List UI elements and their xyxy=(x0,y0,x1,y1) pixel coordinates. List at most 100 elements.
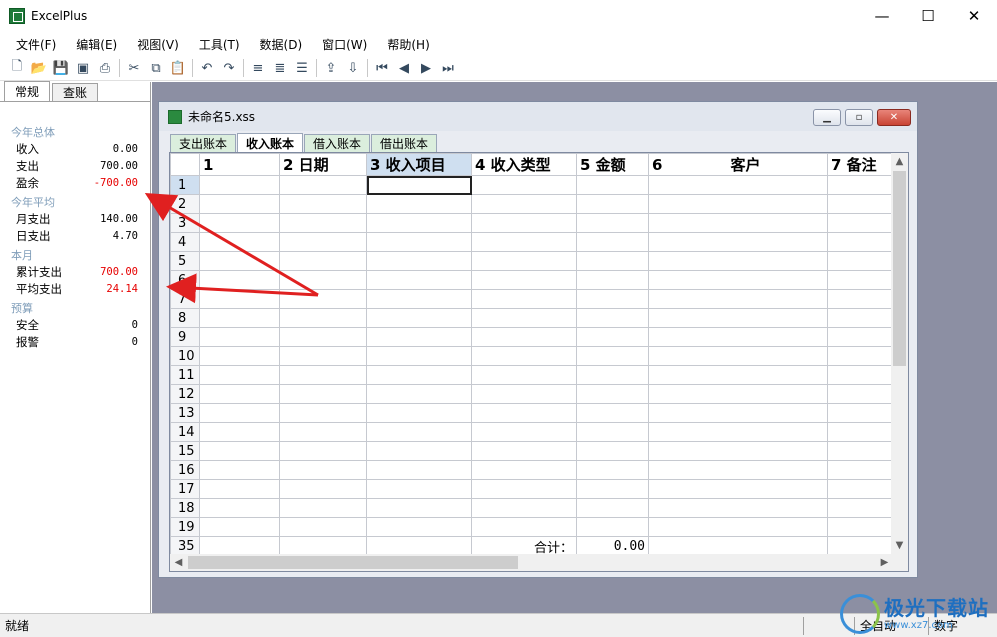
column-header[interactable]: 6 客户 xyxy=(648,153,828,176)
grid-cell[interactable] xyxy=(648,479,828,499)
menu-data[interactable]: 数据(D) xyxy=(252,36,311,53)
grid-cell[interactable] xyxy=(648,403,828,423)
tab-borrow-in-book[interactable]: 借入账本 xyxy=(304,134,371,152)
grid-cell[interactable] xyxy=(199,498,280,518)
menu-tools[interactable]: 工具(T) xyxy=(191,36,248,53)
grid-cell[interactable] xyxy=(366,403,472,423)
grid-cell[interactable] xyxy=(648,251,828,271)
grid-cell[interactable] xyxy=(471,327,577,347)
grid-cell[interactable] xyxy=(279,327,367,347)
grid-cell[interactable] xyxy=(366,175,472,195)
grid-cell[interactable] xyxy=(648,327,828,347)
grid-cell[interactable] xyxy=(471,422,577,442)
grid-cell[interactable] xyxy=(576,194,649,214)
grid-cell[interactable] xyxy=(576,517,649,537)
vertical-scroll-thumb[interactable] xyxy=(893,171,906,366)
grid-cell[interactable] xyxy=(279,517,367,537)
grid-cell[interactable] xyxy=(366,346,472,366)
grid-cell[interactable] xyxy=(576,289,649,309)
grid-cell[interactable] xyxy=(648,194,828,214)
grid-cell[interactable] xyxy=(279,460,367,480)
grid-cell[interactable] xyxy=(366,270,472,290)
grid-cell[interactable] xyxy=(366,213,472,233)
cut-icon[interactable]: ✂ xyxy=(123,57,145,79)
tab-income-book[interactable]: 收入账本 xyxy=(237,133,304,152)
grid-cell[interactable] xyxy=(648,460,828,480)
row-header[interactable]: 5 xyxy=(170,251,200,271)
scroll-right-icon[interactable]: ▶ xyxy=(876,554,893,571)
grid-cell[interactable] xyxy=(199,517,280,537)
grid-cell[interactable] xyxy=(648,441,828,461)
grid-cell[interactable] xyxy=(279,365,367,385)
row-header[interactable]: 14 xyxy=(170,422,200,442)
grid-cell[interactable] xyxy=(279,289,367,309)
grid-cell[interactable] xyxy=(366,479,472,499)
column-header[interactable]: 3 收入项目 xyxy=(366,153,472,176)
grid-cell[interactable] xyxy=(648,384,828,404)
align-center-icon[interactable]: ≣ xyxy=(269,57,291,79)
corner-cell[interactable] xyxy=(170,153,200,176)
menu-edit[interactable]: 编辑(E) xyxy=(68,36,125,53)
row-header[interactable]: 13 xyxy=(170,403,200,423)
grid-cell[interactable] xyxy=(648,289,828,309)
grid-cell[interactable] xyxy=(199,422,280,442)
grid-cell[interactable] xyxy=(366,384,472,404)
prev-icon[interactable]: ◀ xyxy=(393,57,415,79)
grid-cell[interactable] xyxy=(366,251,472,271)
grid-cell[interactable] xyxy=(471,232,577,252)
scroll-left-icon[interactable]: ◀ xyxy=(170,554,187,571)
grid-cell[interactable] xyxy=(279,441,367,461)
doc-minimize-button[interactable]: ▁ xyxy=(813,109,841,126)
row-header[interactable]: 15 xyxy=(170,441,200,461)
grid-cell[interactable] xyxy=(366,460,472,480)
row-header[interactable]: 6 xyxy=(170,270,200,290)
grid-cell[interactable] xyxy=(366,422,472,442)
horizontal-scroll-thumb[interactable] xyxy=(188,556,518,569)
grid-cell[interactable] xyxy=(471,365,577,385)
last-icon[interactable]: ⏭ xyxy=(437,57,459,79)
grid-cell[interactable] xyxy=(199,270,280,290)
column-header[interactable]: 5 金额 xyxy=(576,153,649,176)
grid-cell[interactable] xyxy=(366,365,472,385)
grid-cell[interactable] xyxy=(199,308,280,328)
menu-help[interactable]: 帮助(H) xyxy=(379,36,437,53)
grid-cell[interactable] xyxy=(279,232,367,252)
grid-cell[interactable] xyxy=(199,194,280,214)
column-header[interactable]: 1 xyxy=(199,153,280,176)
doc-restore-button[interactable]: ▫ xyxy=(845,109,873,126)
grid-cell[interactable] xyxy=(576,213,649,233)
grid-cell[interactable] xyxy=(366,517,472,537)
doc-close-button[interactable]: ✕ xyxy=(877,109,911,126)
next-icon[interactable]: ▶ xyxy=(415,57,437,79)
grid-cell[interactable] xyxy=(366,327,472,347)
row-header[interactable]: 18 xyxy=(170,498,200,518)
grid-cell[interactable] xyxy=(576,251,649,271)
grid-cell[interactable] xyxy=(471,194,577,214)
grid-cell[interactable] xyxy=(576,479,649,499)
grid-cell[interactable] xyxy=(576,308,649,328)
grid-cell[interactable] xyxy=(471,308,577,328)
grid-cell[interactable] xyxy=(576,346,649,366)
grid-cell[interactable] xyxy=(648,308,828,328)
row-header[interactable]: 16 xyxy=(170,460,200,480)
grid-cell[interactable] xyxy=(199,251,280,271)
scroll-down-icon[interactable]: ▼ xyxy=(891,537,908,554)
row-header[interactable]: 3 xyxy=(170,213,200,233)
grid-cell[interactable] xyxy=(576,441,649,461)
row-header[interactable]: 4 xyxy=(170,232,200,252)
grid-cell[interactable] xyxy=(199,213,280,233)
save-all-icon[interactable]: ▣ xyxy=(72,57,94,79)
grid-cell[interactable] xyxy=(279,308,367,328)
grid-cell[interactable] xyxy=(279,213,367,233)
grid-cell[interactable] xyxy=(199,175,280,195)
grid-cell[interactable] xyxy=(648,213,828,233)
save-icon[interactable]: 💾 xyxy=(50,57,72,79)
grid-cell[interactable] xyxy=(471,213,577,233)
redo-icon[interactable]: ↷ xyxy=(218,57,240,79)
scroll-up-icon[interactable]: ▲ xyxy=(891,153,908,170)
grid-cell[interactable] xyxy=(366,232,472,252)
grid-cell[interactable] xyxy=(471,251,577,271)
grid-cell[interactable] xyxy=(648,175,828,195)
grid-cell[interactable] xyxy=(648,498,828,518)
grid-cell[interactable] xyxy=(199,460,280,480)
